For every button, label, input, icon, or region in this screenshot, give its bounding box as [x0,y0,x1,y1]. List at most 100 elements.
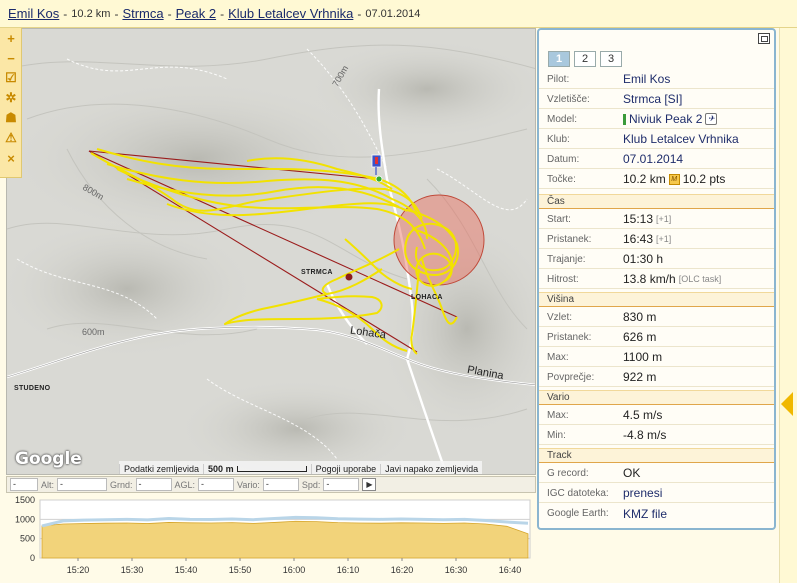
warning-icon[interactable]: ⚠ [0,128,22,148]
altitude-chart[interactable]: 1500 1000 500 0 15:20 15:30 15:40 15:50 16:00 16:… [0,494,536,583]
zoom-out-icon[interactable]: − [0,48,22,68]
g-record-value: OK [623,466,641,480]
zoom-in-icon[interactable]: + [0,28,22,48]
row-max-alt: Max: 1100 m [539,348,774,367]
field-label: AGL: [174,479,196,490]
report-error-link[interactable]: Javi napako zemljevida [380,463,482,474]
field-value: - [135,478,172,491]
map-view[interactable]: STRMCA LOHACA STUDENO Lohača Planina 800… [6,28,536,475]
scale-bar [236,466,307,473]
close-icon[interactable]: × [0,148,22,168]
row-key: Min: [547,429,566,441]
tab-3[interactable]: 3 [600,51,622,67]
map-footer: Podatki zemljevida 500 m Pogoji uporabe … [119,461,483,474]
points-distance: 10.2 km [623,172,666,186]
olc-icon[interactable]: M [668,173,680,185]
row-takeoff-alt: Vzlet: 830 m [539,308,774,327]
field-label: Spd: [301,479,321,490]
vario-max-value: 4.5 m/s [623,408,663,422]
checklist-icon[interactable]: ☑ [0,68,22,88]
row-pilot: Pilot: Emil Kos [539,70,774,89]
tab-1[interactable]: 1 [548,51,570,67]
landing-day-offset: [+1] [656,234,672,244]
row-points: Točke: 10.2 km M 10.2 pts [539,170,774,189]
chart-x-tick: 15:20 [67,565,90,575]
landing-value: 16:43 [+1] [623,232,671,246]
field-value: - [262,478,299,491]
row-speed: Hitrost: 13.8 km/h [OLC task] [539,270,774,289]
tab-2[interactable]: 2 [574,51,596,67]
chart-y-tick: 1000 [15,514,35,524]
takeoff-link[interactable]: Strmca [122,6,163,21]
chart-x-tick: 16:00 [283,565,306,575]
club-link[interactable]: Klub Letalcev Vrhnika [228,6,353,21]
paraglider-icon: ✈ [705,113,718,125]
row-key: Pristanek: [547,233,592,245]
map-data-link[interactable]: Podatki zemljevida [119,463,203,474]
pilot-value[interactable]: Emil Kos [623,72,670,86]
chart-x-tick: 15:30 [121,565,144,575]
glider-link[interactable]: Peak 2 [176,6,216,21]
place-label-studeno: STUDENO [14,385,51,392]
section-altitude: Višina [539,292,774,307]
igc-download-link[interactable]: prenesi [623,486,662,500]
row-key: Klub: [547,133,570,145]
row-key: Max: [547,409,569,421]
title-separator: - [114,6,119,21]
row-key: Max: [547,351,569,363]
row-key: Hitrost: [547,273,579,285]
model-text[interactable]: Niviuk Peak 2 [629,112,702,126]
row-avg-alt: Povprečje: 922 m [539,368,774,387]
scale-label: 500 m [208,463,234,474]
row-club: Klub: Klub Letalcev Vrhnika [539,130,774,149]
flight-distance: 10.2 km [71,7,111,20]
row-model: Model: Niviuk Peak 2 ✈ [539,110,774,129]
field-value: - [57,478,108,491]
track-field-row: - Alt: - Grnd: - AGL: - Vario: - Spd: - ▶ [6,476,536,493]
vario-min-value: -4.8 m/s [623,428,667,442]
row-key: G record: [547,467,589,479]
speed-text: 13.8 km/h [623,272,676,286]
points-value: 10.2 km M 10.2 pts [623,172,725,186]
row-key: Start: [547,213,571,225]
row-key: Vzlet: [547,311,573,323]
duration-value: 01:30 h [623,252,664,266]
layers-icon[interactable]: ☗ [0,108,22,128]
field-label: Alt: [41,479,55,490]
field-value: - [10,478,38,491]
google-logo: Google [15,449,82,469]
row-duration: Trajanje: 01:30 h [539,250,774,269]
right-edge [779,28,797,583]
panel-toggle-arrow-icon[interactable] [781,392,793,416]
row-key: Točke: [547,173,576,185]
pilot-link[interactable]: Emil Kos [8,6,59,21]
title-separator: - [63,6,68,21]
title-separator: - [357,6,362,21]
chart-y-tick: 0 [30,553,35,563]
kmz-download-link[interactable]: KMZ file [623,507,667,521]
landing-alt-value: 626 m [623,330,657,344]
flight-viewer: Emil Kos - 10.2 km - Strmca - Peak 2 - K… [0,0,797,583]
max-alt-value: 1100 m [623,350,663,364]
speed-value: 13.8 km/h [OLC task] [623,272,721,286]
map-canvas[interactable] [7,29,536,475]
club-value[interactable]: Klub Letalcev Vrhnika [623,132,739,146]
flight-info-panel: 1 2 3 Pilot: Emil Kos Vzletišče: Strmca … [537,28,776,530]
row-start: Start: 15:13 [+1] [539,210,774,229]
takeoff-value[interactable]: Strmca [SI] [623,92,682,106]
field-value: - [323,478,360,491]
avg-alt-value: 922 m [623,370,657,384]
model-value[interactable]: Niviuk Peak 2 ✈ [623,112,718,126]
section-time: Čas [539,194,774,209]
row-landing-alt: Pristanek: 626 m [539,328,774,347]
play-button[interactable]: ▶ [362,478,377,491]
row-landing: Pristanek: 16:43 [+1] [539,230,774,249]
section-vario: Vario [539,390,774,405]
terms-link[interactable]: Pogoji uporabe [310,463,381,474]
flight-title-bar: Emil Kos - 10.2 km - Strmca - Peak 2 - K… [0,0,797,28]
row-key: Vzletišče: [547,93,590,105]
gear-icon[interactable]: ✲ [0,88,22,108]
maximize-icon[interactable] [758,33,770,44]
section-track: Track [539,448,774,463]
chart-x-tick: 16:10 [337,565,360,575]
